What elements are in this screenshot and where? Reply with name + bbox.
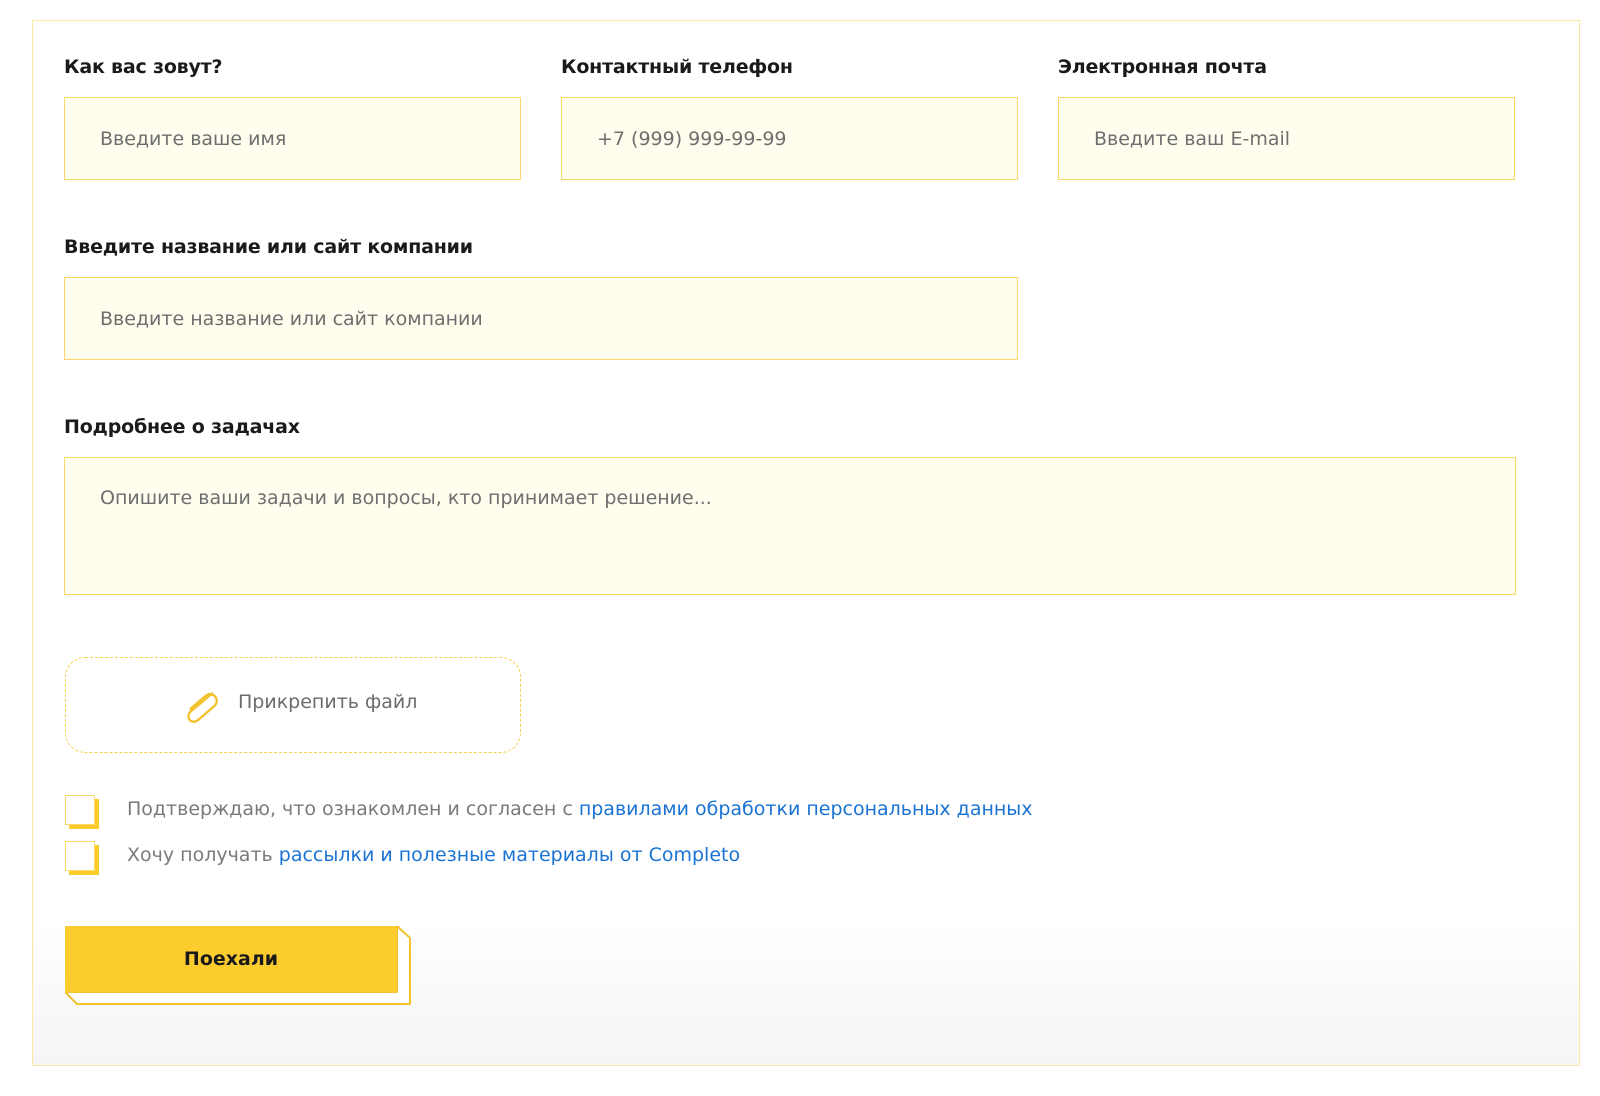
company-label: Введите название или сайт компании [64,236,473,258]
consent-text: Подтверждаю, что ознакомлен и согласен с [127,798,579,820]
personal-data-rules-link[interactable]: правилами обработки персональных данных [579,798,1033,820]
phone-input[interactable] [561,97,1018,180]
newsletter-materials-link[interactable]: рассылки и полезные материалы от Complet… [279,844,740,866]
name-input[interactable] [64,97,521,180]
tasks-label: Подробнее о задачах [64,416,300,438]
tasks-textarea[interactable] [64,457,1516,595]
attach-file-button[interactable]: Прикрепить файл [65,657,521,753]
phone-label: Контактный телефон [561,56,793,78]
submit-button-label: Поехали [183,948,279,970]
attach-file-label: Прикрепить файл [238,691,418,713]
paperclip-icon [187,692,218,723]
company-input[interactable] [64,277,1018,360]
newsletter-text-line: Хочу получать рассылки и полезные матери… [127,844,740,866]
newsletter-checkbox[interactable] [65,841,99,875]
consent-checkbox-box [65,795,95,825]
consent-checkbox[interactable] [65,795,99,829]
email-input[interactable] [1058,97,1515,180]
consent-text-line: Подтверждаю, что ознакомлен и согласен с… [127,798,1033,820]
newsletter-checkbox-box [65,841,95,871]
submit-button[interactable]: Поехали [65,926,411,1006]
name-label: Как вас зовут? [64,56,223,78]
email-label: Электронная почта [1058,56,1267,78]
newsletter-text: Хочу получать [127,844,279,866]
